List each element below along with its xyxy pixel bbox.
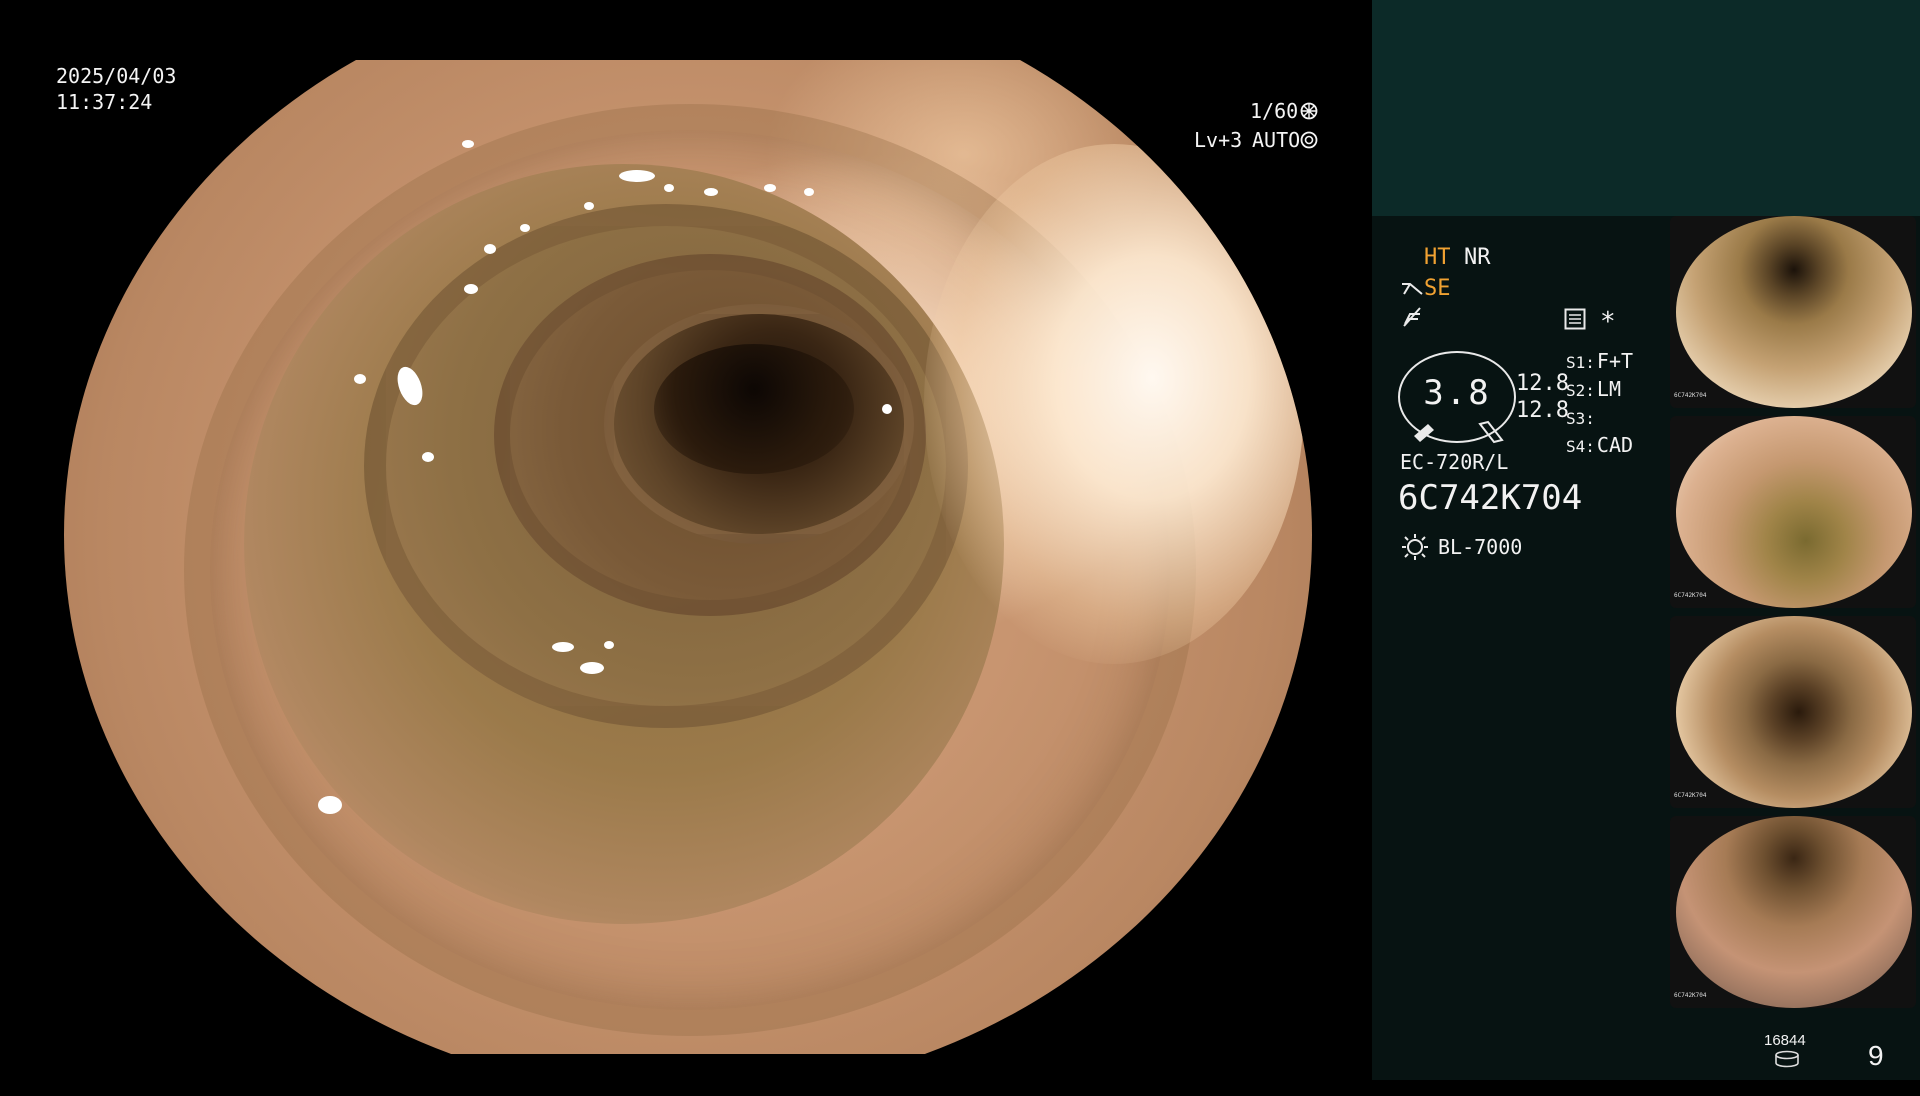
storage-disk-icon bbox=[1775, 1050, 1799, 1068]
iris-icon bbox=[1300, 131, 1318, 149]
light-source-icon bbox=[1402, 534, 1428, 560]
cut-icon bbox=[1402, 283, 1423, 295]
setting-row-3: S3: bbox=[1566, 409, 1595, 428]
aperture-icon bbox=[1300, 102, 1318, 120]
gauge-needles-icon bbox=[1414, 420, 1504, 444]
setting-row-4: S4: CAD bbox=[1566, 433, 1634, 457]
date-stamp: 2025/04/03 bbox=[56, 64, 177, 88]
panel-header bbox=[1372, 0, 1920, 216]
thumbnail-2[interactable]: 6C742K704 bbox=[1670, 416, 1916, 608]
settings-list-icon bbox=[1564, 308, 1586, 330]
light-source-label: BL-7000 bbox=[1438, 535, 1523, 559]
gauge-value: 3.8 bbox=[1423, 373, 1491, 413]
value-b: 12.8 bbox=[1516, 398, 1569, 423]
scope-model: EC-720R/L bbox=[1400, 450, 1509, 474]
setting-row-2: S2: LM bbox=[1566, 377, 1621, 401]
brightness-level: Lv+3 bbox=[1194, 128, 1243, 152]
endoscope-live-view: 2025/04/03 11:37:24 1/60 Lv+3 AUTO bbox=[0, 0, 1372, 1080]
signal-off-icon bbox=[1403, 307, 1421, 327]
time-stamp: 11:37:24 bbox=[56, 90, 153, 114]
endoscopic-image bbox=[64, 60, 1312, 1054]
asterisk-indicator: * bbox=[1600, 307, 1616, 337]
iris-mode: AUTO bbox=[1252, 128, 1301, 152]
storage-count: 16844 bbox=[1764, 1032, 1806, 1049]
value-a: 12.8 bbox=[1516, 371, 1569, 396]
se-indicator: SE bbox=[1424, 276, 1451, 301]
ht-indicator: HT bbox=[1424, 245, 1451, 270]
thumbnail-1[interactable]: 6C742K704 bbox=[1670, 216, 1916, 408]
setting-row-1: S1: F+T bbox=[1566, 349, 1634, 373]
page-number: 9 bbox=[1868, 1040, 1884, 1071]
scope-serial: 6C742K704 bbox=[1398, 478, 1583, 518]
thumbnail-3[interactable]: 6C742K704 bbox=[1670, 616, 1916, 808]
shutter-speed: 1/60 bbox=[1250, 99, 1299, 123]
nr-indicator: NR bbox=[1464, 245, 1491, 270]
settings-list: S1: F+T S2: LM S3: S4: CAD bbox=[1566, 348, 1633, 460]
thumbnail-4[interactable]: 6C742K704 bbox=[1670, 816, 1916, 1008]
